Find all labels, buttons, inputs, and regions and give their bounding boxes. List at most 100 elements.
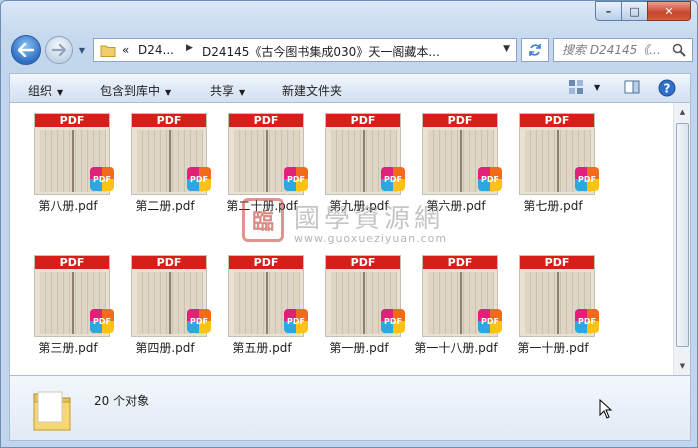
svg-text:?: ? <box>664 82 671 96</box>
folder-icon <box>100 45 116 57</box>
file-item[interactable]: PDF PDF 第八册.pdf <box>20 103 116 213</box>
page-fold <box>266 272 268 334</box>
address-dropdown-icon[interactable]: ▼ <box>503 44 510 54</box>
file-item[interactable]: PDF PDF 第三册.pdf <box>20 245 116 355</box>
vertical-scrollbar[interactable]: ▲ ▼ <box>673 103 690 375</box>
help-button[interactable]: ? <box>658 79 676 100</box>
search-box[interactable] <box>553 38 693 62</box>
address-overflow[interactable]: « <box>122 43 129 57</box>
search-input[interactable] <box>562 42 668 58</box>
pdf-band: PDF <box>229 256 303 269</box>
share-label: 共享 <box>210 84 235 98</box>
refresh-button[interactable] <box>521 38 549 62</box>
pdf-reader-label: PDF <box>190 174 208 184</box>
file-name[interactable]: 第二十册.pdf <box>208 197 316 214</box>
pdf-reader-label: PDF <box>93 316 111 326</box>
file-name[interactable]: 第八册.pdf <box>14 197 122 214</box>
file-item[interactable]: PDF PDF 第七册.pdf <box>505 103 601 213</box>
refresh-icon <box>529 44 541 56</box>
page-fold <box>266 130 268 192</box>
maximize-button[interactable]: □ <box>621 1 647 21</box>
view-options-button[interactable] <box>568 79 584 98</box>
pdf-reader-label: PDF <box>384 316 402 326</box>
file-item[interactable]: PDF PDF 第九册.pdf <box>311 103 407 213</box>
file-name[interactable]: 第五册.pdf <box>208 339 316 356</box>
chevron-down-icon: ▼ <box>239 88 246 97</box>
mouse-pointer-icon <box>599 399 613 419</box>
pdf-band: PDF <box>520 256 594 269</box>
chevron-down-icon: ▼ <box>165 88 172 97</box>
scroll-down-icon[interactable]: ▼ <box>676 359 689 373</box>
page-fold <box>460 272 462 334</box>
scrollbar-thumb[interactable] <box>676 123 689 347</box>
item-count: 20 个对象 <box>94 394 150 408</box>
breadcrumb-chevron-icon[interactable]: ▶ <box>186 43 193 53</box>
pdf-band: PDF <box>35 114 109 127</box>
pdf-band: PDF <box>132 256 206 269</box>
pdf-reader-icon: PDF <box>187 309 211 333</box>
file-item[interactable]: PDF PDF 第一册.pdf <box>311 245 407 355</box>
arrow-right-icon <box>52 44 66 56</box>
file-name[interactable]: 第九册.pdf <box>305 197 413 214</box>
page-fold <box>363 130 365 192</box>
pdf-reader-icon: PDF <box>381 309 405 333</box>
close-button[interactable]: ✕ <box>647 1 691 21</box>
pdf-reader-label: PDF <box>578 174 596 184</box>
pdf-band: PDF <box>326 256 400 269</box>
file-item[interactable]: PDF PDF 第二册.pdf <box>117 103 213 213</box>
pdf-band: PDF <box>520 114 594 127</box>
organize-menu[interactable]: 组织 ▼ <box>28 82 63 99</box>
share-menu[interactable]: 共享 ▼ <box>210 82 245 99</box>
file-name[interactable]: 第二册.pdf <box>111 197 219 214</box>
file-name[interactable]: 第三册.pdf <box>14 339 122 356</box>
recent-pages-button[interactable]: ▼ <box>77 45 87 55</box>
scroll-up-icon[interactable]: ▲ <box>676 105 689 119</box>
file-item[interactable]: PDF PDF 第六册.pdf <box>408 103 504 213</box>
caption-buttons: – □ ✕ <box>595 1 691 21</box>
new-folder-button[interactable]: 新建文件夹 <box>282 82 342 99</box>
pdf-reader-icon: PDF <box>284 309 308 333</box>
pdf-reader-icon: PDF <box>478 167 502 191</box>
minimize-button[interactable]: – <box>595 1 621 21</box>
page-fold <box>169 130 171 192</box>
page-fold <box>460 130 462 192</box>
file-item[interactable]: PDF PDF 第一十册.pdf <box>505 245 601 355</box>
chevron-down-icon: ▼ <box>57 88 64 97</box>
breadcrumb-item-current[interactable]: D24145《古今图书集成030》天一阁藏本... <box>202 43 440 60</box>
details-pane: 20 个对象 <box>9 375 691 441</box>
file-name[interactable]: 第一十册.pdf <box>499 339 607 356</box>
file-item[interactable]: PDF PDF 第二十册.pdf <box>214 103 310 213</box>
pdf-reader-icon: PDF <box>90 309 114 333</box>
file-name[interactable]: 第四册.pdf <box>111 339 219 356</box>
organize-label: 组织 <box>28 84 53 98</box>
page-fold <box>557 130 559 192</box>
file-item[interactable]: PDF PDF 第五册.pdf <box>214 245 310 355</box>
include-in-library-menu[interactable]: 包含到库中 ▼ <box>100 82 171 99</box>
forward-button[interactable] <box>45 36 73 64</box>
pdf-band: PDF <box>35 256 109 269</box>
view-options-dropdown-icon[interactable]: ▼ <box>594 83 600 92</box>
file-name[interactable]: 第六册.pdf <box>402 197 510 214</box>
file-item[interactable]: PDF PDF 第四册.pdf <box>117 245 213 355</box>
pdf-reader-icon: PDF <box>381 167 405 191</box>
file-name[interactable]: 第七册.pdf <box>499 197 607 214</box>
pdf-reader-icon: PDF <box>90 167 114 191</box>
page-fold <box>72 130 74 192</box>
command-bar: 组织 ▼ 包含到库中 ▼ 共享 ▼ 新建文件夹 ▼ ? <box>9 73 691 103</box>
preview-pane-button[interactable] <box>624 79 640 98</box>
back-button[interactable] <box>11 35 41 65</box>
navigation-bar: ▼ « D24... ▶ D24145《古今图书集成030》天一阁藏本... ▼ <box>9 35 693 65</box>
pdf-reader-label: PDF <box>481 316 499 326</box>
pdf-reader-icon: PDF <box>284 167 308 191</box>
file-name[interactable]: 第一十八册.pdf <box>402 339 510 356</box>
address-bar[interactable]: « D24... ▶ D24145《古今图书集成030》天一阁藏本... ▼ <box>93 38 517 62</box>
folder-icon <box>33 391 71 431</box>
file-item[interactable]: PDF PDF 第一十八册.pdf <box>408 245 504 355</box>
file-name[interactable]: 第一册.pdf <box>305 339 413 356</box>
pdf-reader-label: PDF <box>384 174 402 184</box>
page-fold <box>72 272 74 334</box>
page-fold <box>169 272 171 334</box>
breadcrumb-item-parent[interactable]: D24... <box>138 43 174 57</box>
pdf-reader-icon: PDF <box>187 167 211 191</box>
search-icon <box>672 43 686 57</box>
